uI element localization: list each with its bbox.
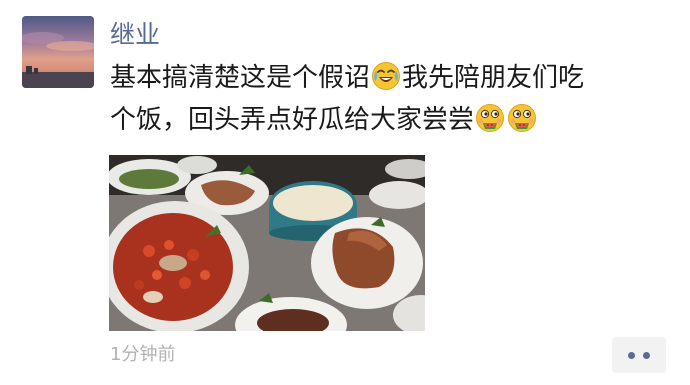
content-line-2: 个饭，回头弄点好瓜给大家尝尝: [110, 99, 670, 141]
post-timestamp: 1分钟前: [110, 344, 176, 365]
avatar-sunset-image: [22, 16, 94, 88]
eating-melon-emoji-icon: [476, 104, 505, 132]
content-text: 个饭，回头弄点好瓜给大家尝尝: [110, 105, 475, 135]
moments-post: 继业 基本搞清楚这是个假诏 我先陪朋友们吃 个饭，回头弄点好瓜给大家尝尝 1分钟…: [0, 0, 690, 385]
crying-laughing-emoji-icon: [372, 62, 401, 90]
author-name[interactable]: 继业: [110, 18, 160, 52]
more-actions-button[interactable]: [612, 337, 666, 373]
content-text: 基本搞清楚这是个假诏: [110, 63, 371, 93]
eating-melon-emoji-icon: [508, 104, 537, 132]
food-photo-image: [109, 155, 425, 331]
content-line-1: 基本搞清楚这是个假诏 我先陪朋友们吃: [110, 57, 670, 99]
post-content: 基本搞清楚这是个假诏 我先陪朋友们吃 个饭，回头弄点好瓜给大家尝尝: [110, 57, 670, 141]
two-dots-icon: [628, 352, 635, 359]
avatar[interactable]: [22, 16, 94, 88]
two-dots-icon: [643, 352, 650, 359]
content-text: 我先陪朋友们吃: [402, 63, 585, 93]
food-table-photo[interactable]: [109, 155, 425, 331]
